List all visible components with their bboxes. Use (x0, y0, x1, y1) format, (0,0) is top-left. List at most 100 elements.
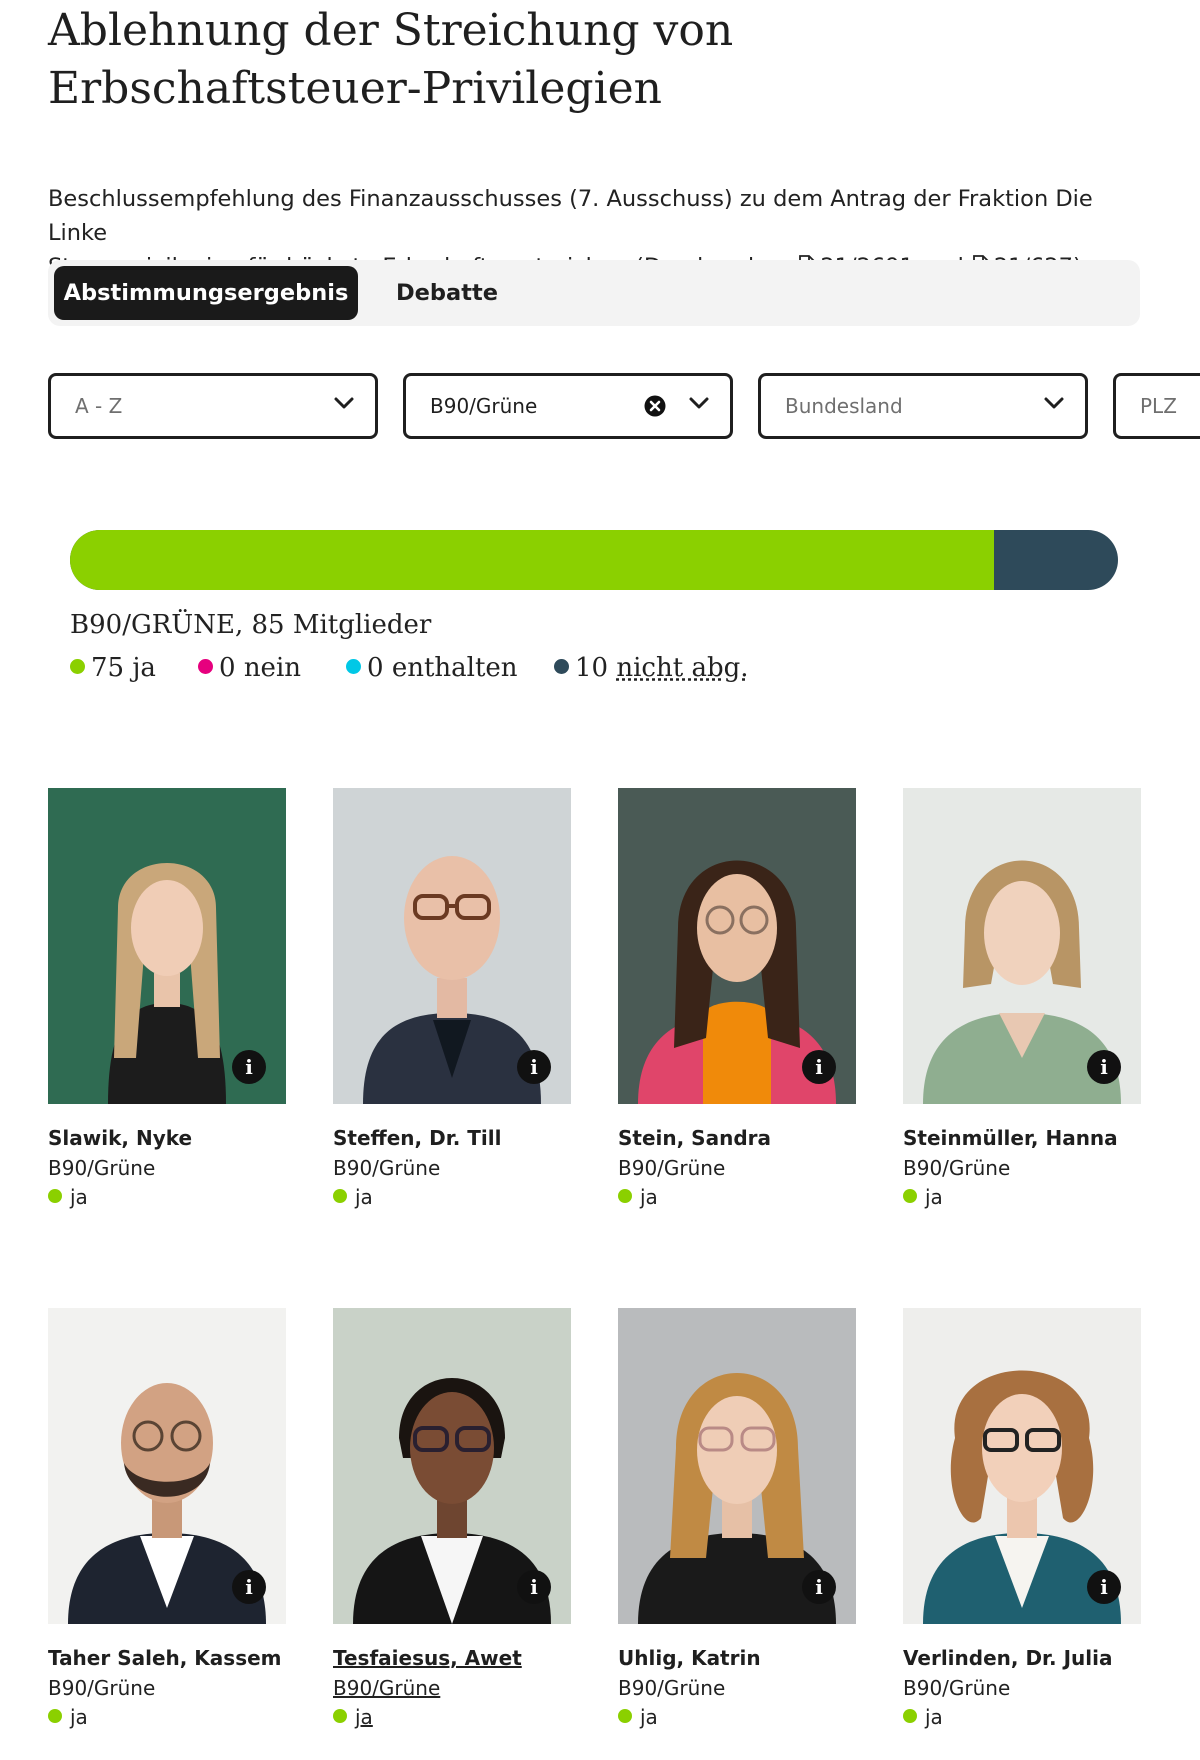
vote-dot (48, 1709, 62, 1723)
member-party: B90/Grüne (333, 1676, 441, 1700)
member-vote-label: ja (640, 1705, 658, 1729)
member-name[interactable]: Slawik, Nyke (48, 1126, 288, 1150)
plz-input[interactable]: PLZ (1113, 373, 1200, 439)
member-vote-label: ja (925, 1705, 943, 1729)
bundesland-select-value: Bundesland (785, 394, 903, 418)
member-card[interactable]: i Steinmüller, Hanna B90/Grüne ja (903, 788, 1143, 1209)
info-icon[interactable]: i (232, 1050, 266, 1084)
tab-debatte[interactable]: Debatte (388, 266, 506, 320)
member-vote-label: ja (355, 1705, 373, 1729)
vote-progress-bar (70, 530, 1118, 590)
member-party: B90/Grüne (48, 1156, 156, 1180)
member-party: B90/Grüne (333, 1156, 441, 1180)
member-photo[interactable]: i (333, 1308, 571, 1624)
sort-select-value: A - Z (75, 394, 123, 418)
member-card[interactable]: i Steffen, Dr. Till B90/Grüne ja (333, 788, 573, 1209)
legend-no-label: nein (243, 653, 302, 683)
info-icon[interactable]: i (1087, 1570, 1121, 1604)
member-name[interactable]: Uhlig, Katrin (618, 1646, 858, 1670)
vote-dot (333, 1709, 347, 1723)
chevron-down-icon (334, 397, 354, 409)
member-vote: ja (333, 1705, 573, 1729)
member-name[interactable]: Steffen, Dr. Till (333, 1126, 573, 1150)
member-vote: ja (48, 1185, 288, 1209)
vote-dot (333, 1189, 347, 1203)
member-party: B90/Grüne (618, 1156, 726, 1180)
member-photo[interactable]: i (903, 788, 1141, 1104)
member-card[interactable]: i Taher Saleh, Kassem B90/Grüne ja (48, 1308, 288, 1729)
member-party: B90/Grüne (903, 1156, 1011, 1180)
member-vote-label: ja (355, 1185, 373, 1209)
member-photo[interactable]: i (48, 788, 286, 1104)
subtitle-line1: Beschlussempfehlung des Finanzausschusse… (48, 186, 1093, 246)
sort-select[interactable]: A - Z (48, 373, 378, 439)
member-card[interactable]: i Verlinden, Dr. Julia B90/Grüne ja (903, 1308, 1143, 1729)
member-photo[interactable]: i (618, 788, 856, 1104)
legend-yes-count: 75 (91, 653, 125, 683)
member-name[interactable]: Stein, Sandra (618, 1126, 858, 1150)
legend-abstain: 0 enthalten (346, 653, 518, 683)
member-vote: ja (333, 1185, 573, 1209)
member-vote: ja (903, 1705, 1143, 1729)
member-photo[interactable]: i (48, 1308, 286, 1624)
member-vote: ja (903, 1185, 1143, 1209)
vote-dot (903, 1189, 917, 1203)
legend-no-count: 0 (219, 653, 236, 683)
legend-absent-label: nicht abg. (616, 653, 749, 683)
legend-dot-no (198, 659, 213, 674)
bundesland-select[interactable]: Bundesland (758, 373, 1088, 439)
member-photo[interactable]: i (333, 788, 571, 1104)
member-name[interactable]: Steinmüller, Hanna (903, 1126, 1143, 1150)
info-icon[interactable]: i (232, 1570, 266, 1604)
legend-yes: 75 ja (70, 653, 156, 683)
vote-dot (903, 1709, 917, 1723)
vote-dot (48, 1189, 62, 1203)
legend-dot-yes (70, 659, 85, 674)
member-photo[interactable]: i (903, 1308, 1141, 1624)
member-vote-label: ja (640, 1185, 658, 1209)
legend-abstain-count: 0 (367, 653, 384, 683)
faction-select[interactable]: B90/Grüne (403, 373, 733, 439)
member-party: B90/Grüne (903, 1676, 1011, 1700)
member-name[interactable]: Taher Saleh, Kassem (48, 1646, 288, 1670)
page-title: Ablehnung der Streichung von Erbschaftst… (48, 5, 734, 114)
legend-dot-absent (554, 659, 569, 674)
member-vote-label: ja (70, 1185, 88, 1209)
member-card[interactable]: i Uhlig, Katrin B90/Grüne ja (618, 1308, 858, 1729)
member-name[interactable]: Verlinden, Dr. Julia (903, 1646, 1143, 1670)
plz-input-placeholder: PLZ (1140, 394, 1177, 418)
member-vote: ja (618, 1185, 858, 1209)
info-icon[interactable]: i (802, 1570, 836, 1604)
chevron-down-icon (689, 397, 709, 409)
group-summary: B90/GRÜNE, 85 Mitglieder (70, 610, 432, 640)
tab-bar: Abstimmungsergebnis Debatte (48, 260, 1140, 326)
legend-dot-abstain (346, 659, 361, 674)
legend-yes-label: ja (132, 653, 156, 683)
info-icon[interactable]: i (1087, 1050, 1121, 1084)
member-photo[interactable]: i (618, 1308, 856, 1624)
member-card[interactable]: i Stein, Sandra B90/Grüne ja (618, 788, 858, 1209)
info-icon[interactable]: i (802, 1050, 836, 1084)
vote-dot (618, 1709, 632, 1723)
legend-no: 0 nein (198, 653, 301, 683)
member-vote: ja (48, 1705, 288, 1729)
faction-select-value: B90/Grüne (430, 394, 538, 418)
tab-abstimmungsergebnis[interactable]: Abstimmungsergebnis (54, 266, 358, 320)
member-vote-label: ja (925, 1185, 943, 1209)
info-icon[interactable]: i (517, 1050, 551, 1084)
legend-absent-count: 10 (575, 653, 609, 683)
member-vote-label: ja (70, 1705, 88, 1729)
member-vote: ja (618, 1705, 858, 1729)
member-card[interactable]: i Slawik, Nyke B90/Grüne ja (48, 788, 288, 1209)
vote-progress-yes (70, 530, 995, 590)
info-icon[interactable]: i (517, 1570, 551, 1604)
chevron-down-icon (1044, 397, 1064, 409)
member-party: B90/Grüne (618, 1676, 726, 1700)
legend-abstain-label: enthalten (391, 653, 518, 683)
member-card[interactable]: i Tesfaiesus, Awet B90/Grüne ja (333, 1308, 573, 1729)
member-party: B90/Grüne (48, 1676, 156, 1700)
legend-absent: 10 nicht abg. (554, 653, 749, 683)
vote-dot (618, 1189, 632, 1203)
member-name[interactable]: Tesfaiesus, Awet (333, 1646, 573, 1670)
clear-icon[interactable] (644, 395, 666, 417)
